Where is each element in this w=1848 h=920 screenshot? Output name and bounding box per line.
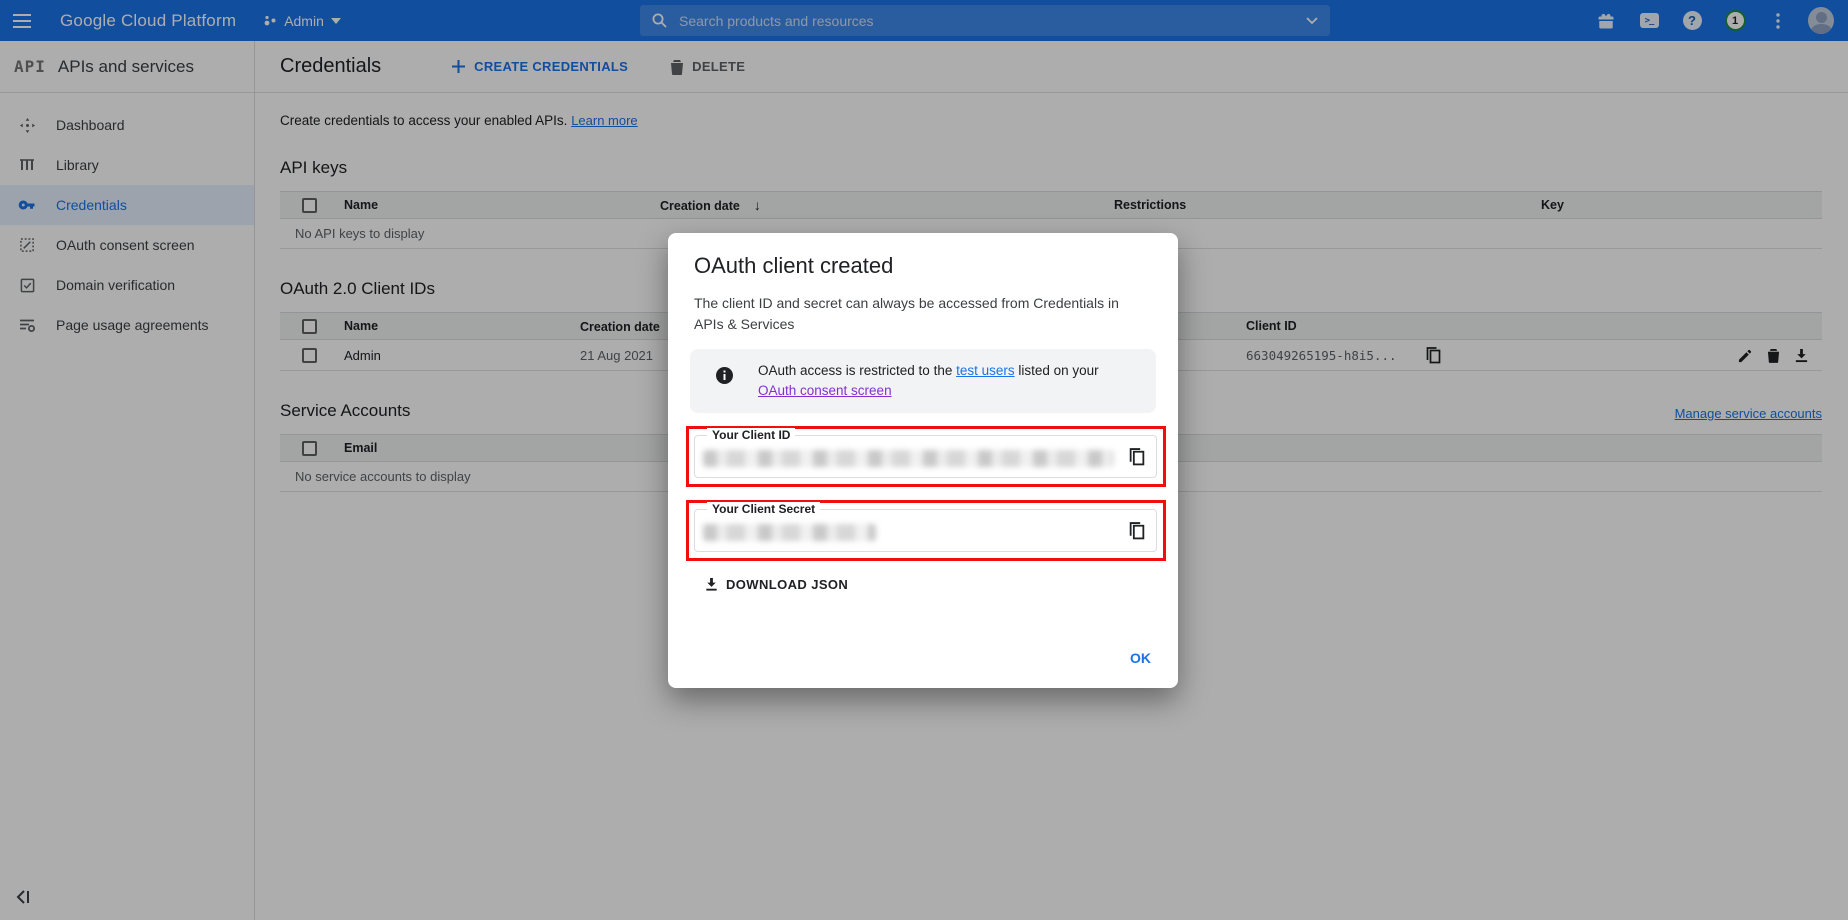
copy-client-id-icon[interactable] (1126, 446, 1148, 468)
client-secret-label: Your Client Secret (707, 502, 820, 516)
client-id-field: Your Client ID (694, 435, 1157, 478)
oauth-consent-screen-link[interactable]: OAuth consent screen (758, 383, 892, 398)
copy-client-secret-icon[interactable] (1126, 520, 1148, 542)
client-secret-field: Your Client Secret (694, 509, 1157, 552)
client-id-annotation-box: Your Client ID (686, 426, 1166, 487)
test-users-link[interactable]: test users (956, 363, 1015, 378)
client-id-redacted-value (703, 450, 1114, 467)
client-secret-redacted-value (703, 524, 876, 541)
dialog-body-text: The client ID and secret can always be a… (694, 293, 1142, 335)
client-secret-annotation-box: Your Client Secret (686, 500, 1166, 561)
dialog-title: OAuth client created (694, 253, 1154, 279)
info-banner: OAuth access is restricted to the test u… (690, 349, 1156, 413)
info-icon (716, 367, 733, 384)
download-icon (704, 577, 719, 592)
oauth-client-created-dialog: OAuth client created The client ID and s… (668, 233, 1178, 688)
ok-button[interactable]: OK (1130, 650, 1151, 666)
client-id-label: Your Client ID (707, 428, 795, 442)
download-json-button[interactable]: DOWNLOAD JSON (704, 577, 848, 592)
